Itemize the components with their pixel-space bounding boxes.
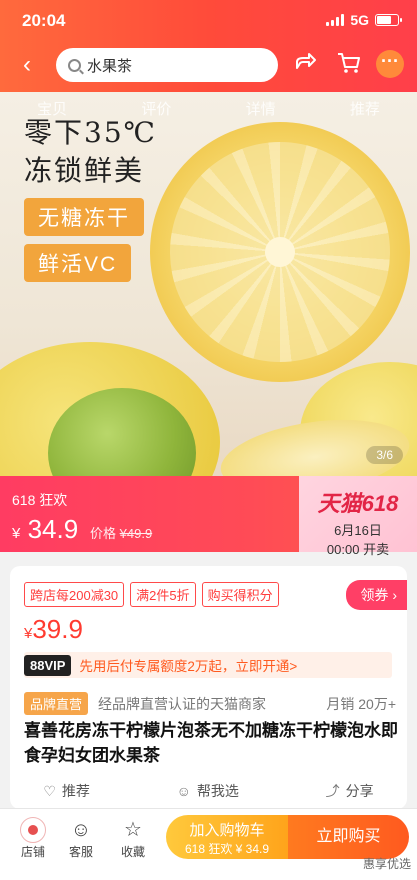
recommend-label: 推荐 xyxy=(61,783,90,799)
tmall-618-box: 天猫618 6月16日 00:00 开卖 xyxy=(299,476,417,557)
original-price: 价格 ¥49.9 xyxy=(90,523,152,542)
image-counter: 3/6 xyxy=(366,446,403,464)
vip-tag: 88VIP xyxy=(24,654,72,676)
status-right: 5G xyxy=(326,12,402,28)
current-price: ¥39.9 xyxy=(24,614,83,645)
promo-price-value: 34.9 xyxy=(27,514,79,544)
promo-price-banner: 618 狂欢 ¥ 34.9 价格 ¥49.9 天猫618 6月16日 00:00… xyxy=(0,476,417,557)
vip-banner[interactable]: 88VIP 先用后付专属额度2万起，立即开通> xyxy=(24,652,392,678)
watermark: 惠享优选 xyxy=(362,857,411,871)
tab-details[interactable]: 详情 xyxy=(246,98,276,122)
monthly-sales: 月销 20万+ xyxy=(326,695,396,712)
favorite-button[interactable]: ☆ 收藏 xyxy=(108,817,158,860)
hero-subheadline: 冻锁鲜美 xyxy=(24,154,145,187)
search-box[interactable] xyxy=(56,48,278,82)
top-bar: 20:04 5G ‹ ··· xyxy=(0,0,417,92)
brand-badge: 品牌直营 xyxy=(24,692,89,715)
shop-button[interactable]: 店铺 xyxy=(8,817,58,860)
help-choose-action[interactable]: ☺ 帮我选 xyxy=(177,781,239,801)
original-price-label: 价格 xyxy=(90,526,117,541)
brand-row: 品牌直营 经品牌直营认证的天猫商家 月销 20万+ xyxy=(24,692,396,715)
promo-price: ¥ 34.9 xyxy=(12,514,78,545)
status-time: 20:04 xyxy=(22,11,66,30)
product-image-carousel[interactable]: 宝贝 评价 详情 推荐 零下35℃ 冻锁鲜美 无糖冻干 鲜活VC 3/6 xyxy=(0,92,417,476)
action-row: ♡ 推荐 ☺ 帮我选 ⤴ 分享 xyxy=(0,776,417,806)
share-action[interactable]: ⤴ 分享 xyxy=(326,781,374,801)
promo-label: 618 狂欢 xyxy=(12,492,68,508)
brand-text: 经品牌直营认证的天猫商家 xyxy=(98,695,267,712)
hero-text: 零下35℃ 冻锁鲜美 无糖冻干 鲜活VC xyxy=(24,114,157,282)
shop-logo-icon xyxy=(20,817,46,843)
sale-start: 00:00 开卖 xyxy=(326,542,390,557)
claim-coupon-button[interactable]: 领券 › xyxy=(346,580,407,610)
coupon-tag[interactable]: 满2件5折 xyxy=(130,582,196,607)
current-price-value: 39.9 xyxy=(32,614,83,644)
shop-label: 店铺 xyxy=(20,845,45,859)
original-price-value: ¥49.9 xyxy=(119,526,153,541)
customer-service-label: 客服 xyxy=(68,845,93,859)
help-choose-label: 帮我选 xyxy=(196,783,239,799)
status-bar: 20:04 5G xyxy=(0,0,417,40)
more-icon[interactable]: ··· xyxy=(376,50,410,80)
add-to-cart-button[interactable]: 加入购物车 618 狂欢 ¥ 34.9 xyxy=(166,815,288,859)
more-dot-badge: ··· xyxy=(376,50,404,78)
add-to-cart-label: 加入购物车 xyxy=(189,822,265,839)
tmall-logo: 天猫618 xyxy=(317,491,399,516)
buy-now-button[interactable]: 立即购买 xyxy=(288,815,409,859)
vip-text: 先用后付专属额度2万起，立即开通> xyxy=(79,659,298,674)
currency-symbol: ¥ xyxy=(12,525,21,542)
star-icon: ☆ xyxy=(124,819,142,841)
heart-icon: ♡ xyxy=(43,783,56,799)
recommend-action[interactable]: ♡ 推荐 xyxy=(43,781,90,801)
tab-recommend[interactable]: 推荐 xyxy=(350,98,380,122)
lemon-slice-image xyxy=(150,122,410,382)
hero-pill: 无糖冻干 xyxy=(24,198,144,236)
share-label: 分享 xyxy=(345,783,374,799)
bottom-bar: 店铺 ☺ 客服 ☆ 收藏 加入购物车 618 狂欢 ¥ 34.9 立即购买 惠享… xyxy=(0,808,417,880)
coupon-tag[interactable]: 跨店每200减30 xyxy=(24,582,125,607)
signal-icon xyxy=(326,14,345,26)
search-input[interactable] xyxy=(87,56,257,74)
customer-service-button[interactable]: ☺ 客服 xyxy=(56,817,106,860)
add-to-cart-price: 618 狂欢 ¥ 34.9 xyxy=(184,842,270,856)
battery-icon xyxy=(375,14,402,26)
product-title: 喜善花房冻干柠檬片泡茶无不加糖冻干柠檬泡水即食孕妇女团水果茶 xyxy=(24,721,398,765)
coupon-list: 跨店每200减30 满2件5折 购买得积分 xyxy=(24,582,279,607)
coupon-tag[interactable]: 购买得积分 xyxy=(201,582,279,607)
share-icon: ⤴ xyxy=(325,783,340,799)
cart-icon[interactable] xyxy=(334,50,364,80)
search-row: ‹ ··· xyxy=(0,44,417,86)
sale-date: 6月16日 xyxy=(334,523,382,538)
people-icon: ☺ xyxy=(176,783,191,799)
product-info-card: 跨店每200减30 满2件5折 购买得积分 领券 › ¥39.9 88VIP 先… xyxy=(10,566,407,809)
hero-pill: 鲜活VC xyxy=(24,244,132,282)
network-label: 5G xyxy=(350,12,369,28)
back-icon[interactable]: ‹ xyxy=(14,52,40,78)
search-icon xyxy=(68,58,81,72)
hero-headline: 零下35℃ xyxy=(24,116,157,149)
chat-icon: ☺ xyxy=(70,819,92,841)
favorite-label: 收藏 xyxy=(120,845,145,859)
share-icon[interactable] xyxy=(290,50,320,80)
